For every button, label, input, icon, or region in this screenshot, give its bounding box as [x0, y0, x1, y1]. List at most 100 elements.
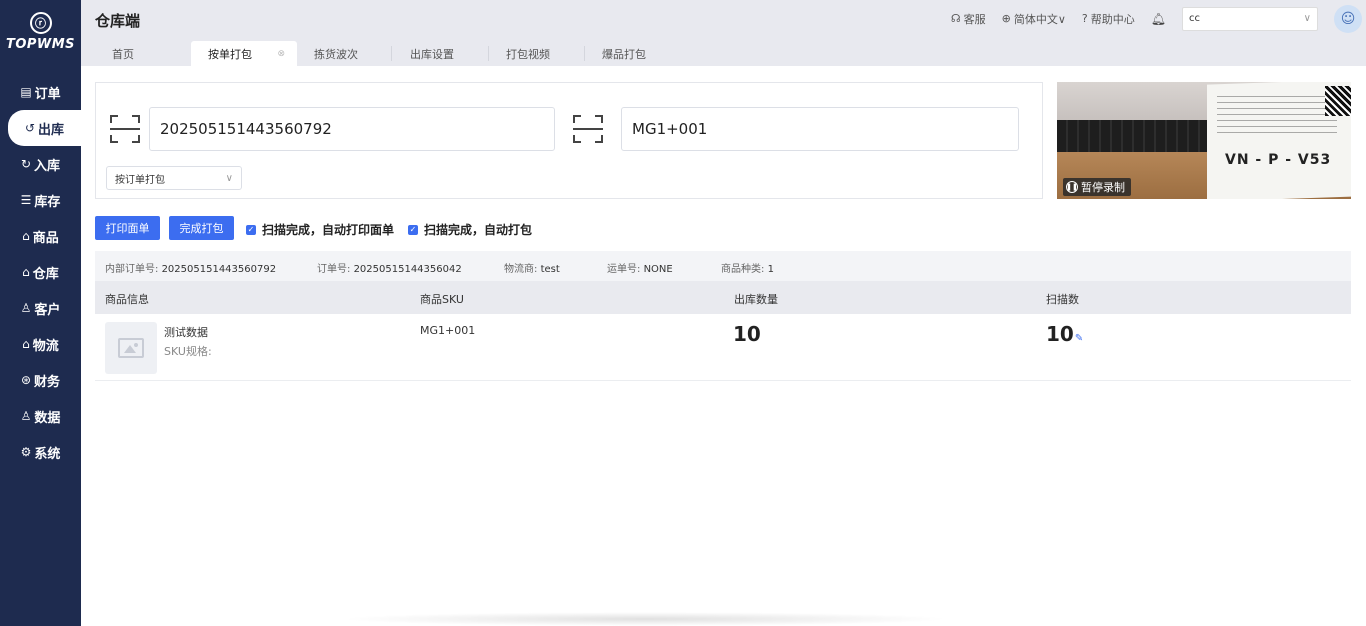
- users-icon: ♙: [20, 301, 32, 315]
- checkbox-checked-icon: ✓: [408, 224, 418, 235]
- camera-label-lines: [1217, 96, 1337, 136]
- auto-print-checkbox[interactable]: ✓ 扫描完成，自动打印面单: [246, 221, 394, 238]
- logistics-icon: ⌂: [22, 337, 30, 351]
- logo: ⓡ TOPWMS: [0, 0, 81, 60]
- sidebar-item-label: 库存: [34, 194, 61, 210]
- product-kinds-value: 1: [767, 264, 774, 275]
- pause-recording-button[interactable]: ❚❚ 暂停录制: [1063, 178, 1131, 196]
- outbound-qty: 10: [733, 322, 761, 346]
- sidebar-item-logistics[interactable]: ⌂ 物流: [0, 326, 81, 362]
- help-center-label: 帮助中心: [1090, 12, 1135, 26]
- carrier: 物流商: test: [504, 260, 560, 275]
- sidebar-item-data[interactable]: ♙ 数据: [0, 398, 81, 434]
- logo-text: TOPWMS: [5, 37, 76, 52]
- packing-mode-value: 按订单打包: [115, 174, 165, 186]
- order-scan-input[interactable]: [149, 107, 555, 151]
- help-icon: ?: [1081, 12, 1088, 25]
- sidebar-item-warehouse[interactable]: ⌂ 仓库: [0, 254, 81, 290]
- language-label: 简体中文∨: [1013, 12, 1066, 26]
- bottom-shadow: [340, 612, 950, 626]
- globe-icon: ⊕: [1001, 12, 1011, 25]
- finance-icon: ⊛: [20, 373, 32, 387]
- product-name: 测试数据: [164, 326, 208, 339]
- sidebar-item-label: 商品: [32, 230, 59, 246]
- sidebar-item-label: 客户: [34, 302, 61, 318]
- print-label-button[interactable]: 打印面单: [95, 216, 160, 240]
- tracking-no-label: 运单号:: [607, 264, 641, 275]
- clipboard-icon: ▤: [20, 85, 32, 99]
- camera-barcode: [1325, 86, 1351, 116]
- carrier-value: test: [540, 264, 560, 275]
- carrier-label: 物流商:: [504, 264, 538, 275]
- auto-print-label: 扫描完成，自动打印面单: [262, 223, 395, 237]
- user-select[interactable]: cc ∨: [1182, 6, 1318, 31]
- internal-order-no: 内部订单号: 202505151443560792: [105, 260, 276, 275]
- internal-order-no-label: 内部订单号:: [105, 264, 159, 275]
- order-no: 订单号: 20250515144356042: [317, 260, 462, 275]
- tab-label: 按单打包: [208, 47, 252, 61]
- close-icon[interactable]: ⊗: [277, 49, 285, 59]
- product-kinds: 商品种类: 1: [721, 260, 774, 275]
- help-center-link[interactable]: ? 帮助中心: [1082, 11, 1135, 27]
- scan-count-cell: 10✎: [1046, 322, 1083, 346]
- order-no-label: 订单号:: [317, 264, 351, 275]
- tab-pick-wave[interactable]: 拣货波次: [297, 41, 393, 66]
- sidebar-item-inventory[interactable]: ☰ 库存: [0, 182, 81, 218]
- internal-order-no-value: 202505151443560792: [161, 264, 277, 275]
- order-info-bar: 内部订单号: 202505151443560792 订单号: 202505151…: [95, 251, 1351, 281]
- product-sku: MG1+001: [420, 324, 476, 337]
- product-spec: SKU规格:: [164, 345, 212, 358]
- tab-outbound-settings[interactable]: 出库设置: [393, 41, 489, 66]
- auto-pack-checkbox[interactable]: ✓ 扫描完成，自动打包: [408, 221, 532, 238]
- user-select-value: cc: [1189, 13, 1200, 24]
- scan-panel: 按订单打包 ∨: [95, 82, 1043, 199]
- tab-order-packing[interactable]: 按单打包 ⊗: [191, 41, 297, 66]
- sidebar-item-label: 出库: [38, 122, 65, 138]
- camera-label-text: VN - P - V53: [1225, 152, 1332, 168]
- order-no-value: 20250515144356042: [353, 264, 462, 275]
- sku-scan-input[interactable]: [621, 107, 1019, 151]
- table-header: 商品信息 商品SKU 出库数量 扫描数: [95, 281, 1351, 314]
- sidebar-item-label: 入库: [34, 158, 61, 174]
- sidebar-item-system[interactable]: ⚙ 系统: [0, 434, 81, 470]
- column-scan-count: 扫描数: [1046, 293, 1079, 306]
- sidebar-item-label: 订单: [34, 86, 61, 102]
- tab-label: 出库设置: [410, 47, 454, 61]
- sidebar-item-customers[interactable]: ♙ 客户: [0, 290, 81, 326]
- sidebar-item-finance[interactable]: ⊛ 财务: [0, 362, 81, 398]
- checkbox-checked-icon: ✓: [246, 224, 256, 235]
- edit-icon[interactable]: ✎: [1075, 333, 1083, 344]
- inbound-icon: ↻: [20, 157, 32, 171]
- outbound-icon: ↺: [24, 121, 36, 135]
- header-actions: ☊ 客服 ⊕ 简体中文∨ ? 帮助中心 🔔︎ cc ∨ ☺: [951, 0, 1366, 37]
- headset-icon: ☊: [950, 12, 961, 25]
- tab-label: 首页: [112, 47, 134, 61]
- bag-icon: ⌂: [22, 229, 30, 243]
- camera-keyboard: [1057, 120, 1232, 152]
- column-outbound-qty: 出库数量: [734, 293, 778, 306]
- sidebar-item-inbound[interactable]: ↻ 入库: [0, 146, 81, 182]
- inventory-icon: ☰: [20, 193, 32, 207]
- tab-divider: [391, 46, 392, 61]
- image-placeholder-icon: [118, 338, 144, 358]
- sidebar-item-products[interactable]: ⌂ 商品: [0, 218, 81, 254]
- top-header: 仓库端 ☊ 客服 ⊕ 简体中文∨ ? 帮助中心 🔔︎ cc ∨ ☺: [81, 0, 1366, 37]
- chevron-down-icon: ∨: [225, 172, 233, 184]
- column-product-info: 商品信息: [105, 293, 149, 306]
- sidebar-item-label: 系统: [34, 446, 61, 462]
- language-switch[interactable]: ⊕ 简体中文∨: [1002, 11, 1066, 27]
- product-thumbnail: [105, 322, 157, 374]
- sidebar-item-label: 仓库: [32, 266, 59, 282]
- sidebar-item-outbound[interactable]: ↺ 出库: [8, 110, 81, 146]
- customer-service-link[interactable]: ☊ 客服: [951, 11, 986, 27]
- sidebar-item-orders[interactable]: ▤ 订单: [0, 74, 81, 110]
- chevron-down-icon: ∨: [1303, 13, 1311, 24]
- tab-hot-item-packing[interactable]: 爆品打包: [585, 41, 681, 66]
- tab-packing-video[interactable]: 打包视频: [489, 41, 585, 66]
- warehouse-icon: ⌂: [22, 265, 30, 279]
- complete-packing-button[interactable]: 完成打包: [169, 216, 234, 240]
- tab-home[interactable]: 首页: [95, 41, 195, 66]
- bell-icon[interactable]: 🔔︎: [1151, 12, 1166, 26]
- avatar[interactable]: ☺: [1334, 4, 1362, 33]
- packing-mode-select[interactable]: 按订单打包 ∨: [106, 166, 242, 190]
